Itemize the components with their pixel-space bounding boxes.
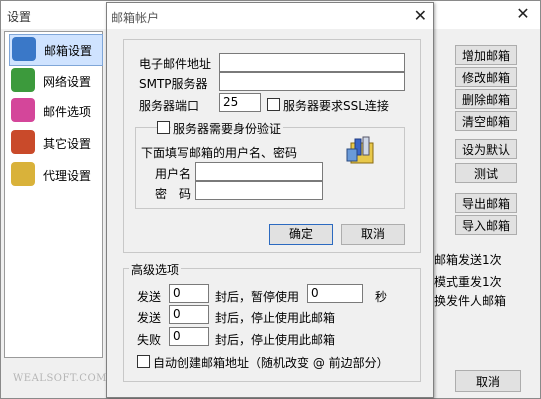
option-text: 模式重发1次 xyxy=(434,275,502,289)
add-mailbox-button[interactable]: 增加邮箱 xyxy=(455,45,517,65)
sidebar-item-label: 网络设置 xyxy=(43,75,92,89)
sidebar-item-label: 邮件选项 xyxy=(43,105,92,119)
delete-mailbox-button[interactable]: 删除邮箱 xyxy=(455,89,517,109)
port-field[interactable]: 25 xyxy=(219,93,261,112)
row3-mid: 封后，停止使用此邮箱 xyxy=(215,333,336,347)
sidebar-item-network[interactable]: 网络设置 xyxy=(9,66,101,96)
mailbox-icon xyxy=(12,37,36,61)
settings-title: 设置 xyxy=(7,10,32,24)
other-settings-icon xyxy=(11,130,35,154)
settings-sidebar: 邮箱设置 网络设置 邮件选项 其它设置 代理设置 xyxy=(4,31,103,358)
row3-prefix: 失败 xyxy=(137,333,162,347)
option-text: 邮箱发送1次 xyxy=(434,253,502,267)
sidebar-item-label: 邮箱设置 xyxy=(44,44,93,58)
sidebar-item-mail-options[interactable]: 邮件选项 xyxy=(9,96,101,126)
settings-cancel-button[interactable]: 取消 xyxy=(455,370,521,392)
sidebar-item-proxy[interactable]: 代理设置 xyxy=(9,160,101,190)
password-field[interactable] xyxy=(195,181,323,200)
close-icon[interactable]: ✕ xyxy=(513,5,533,23)
port-label: 服务器端口 xyxy=(139,99,200,113)
sidebar-item-label: 其它设置 xyxy=(43,137,92,151)
username-field[interactable] xyxy=(195,162,323,181)
edit-mailbox-button[interactable]: 修改邮箱 xyxy=(455,67,517,87)
email-label: 电子邮件地址 xyxy=(139,57,212,71)
password-label: 密 码 xyxy=(155,187,192,201)
email-field[interactable] xyxy=(219,53,405,72)
auth-label: 服务器需要身份验证 xyxy=(171,120,284,137)
mail-options-icon xyxy=(11,98,35,122)
sidebar-item-other[interactable]: 其它设置 xyxy=(9,128,101,158)
export-mailbox-button[interactable]: 导出邮箱 xyxy=(455,193,517,213)
row2-mid: 封后，停止使用此邮箱 xyxy=(215,311,336,325)
send-stop-count-field[interactable]: 0 xyxy=(169,305,209,324)
row1-suffix: 秒 xyxy=(375,290,388,304)
send-pause-count-field[interactable]: 0 xyxy=(169,284,209,303)
ok-button[interactable]: 确定 xyxy=(269,224,333,245)
sidebar-item-mailbox[interactable]: 邮箱设置 xyxy=(9,34,103,66)
ssl-checkbox[interactable] xyxy=(267,98,280,111)
smtp-field[interactable] xyxy=(219,72,405,91)
username-label: 用户名 xyxy=(155,167,192,181)
import-mailbox-button[interactable]: 导入邮箱 xyxy=(455,215,517,235)
fail-stop-count-field[interactable]: 0 xyxy=(169,327,209,346)
auto-create-checkbox[interactable] xyxy=(137,355,150,368)
auth-checkbox[interactable] xyxy=(157,121,170,134)
row1-mid: 封后，暂停使用 xyxy=(215,290,300,304)
row2-prefix: 发送 xyxy=(137,311,162,325)
account-icon xyxy=(345,135,377,165)
pause-seconds-field[interactable]: 0 xyxy=(307,284,363,303)
clear-mailbox-button[interactable]: 清空邮箱 xyxy=(455,111,517,131)
mailbox-account-dialog: 邮箱帐户 ✕ 电子邮件地址 SMTP服务器 服务器端口 25 服务器要求SSL连… xyxy=(106,2,434,398)
dialog-close-icon[interactable]: ✕ xyxy=(414,6,427,25)
cancel-button[interactable]: 取消 xyxy=(341,224,405,245)
advanced-title: 高级选项 xyxy=(129,261,182,278)
dialog-titlebar: 邮箱帐户 ✕ xyxy=(107,3,433,29)
set-default-button[interactable]: 设为默认 xyxy=(455,139,517,159)
smtp-label: SMTP服务器 xyxy=(139,77,208,91)
dialog-title: 邮箱帐户 xyxy=(111,11,160,25)
ssl-label: 服务器要求SSL连接 xyxy=(283,99,389,113)
proxy-icon xyxy=(11,162,35,186)
network-icon xyxy=(11,68,35,92)
option-text: 换发件人邮箱 xyxy=(434,294,507,308)
wealsoft-logo: WEALSOFT.COM xyxy=(13,373,107,384)
row1-prefix: 发送 xyxy=(137,290,162,304)
test-button[interactable]: 测试 xyxy=(455,163,517,183)
sidebar-item-label: 代理设置 xyxy=(43,169,92,183)
auto-create-label: 自动创建邮箱地址（随机改变 @ 前边部分） xyxy=(153,356,389,370)
auth-hint: 下面填写邮箱的用户名、密码 xyxy=(141,146,298,160)
